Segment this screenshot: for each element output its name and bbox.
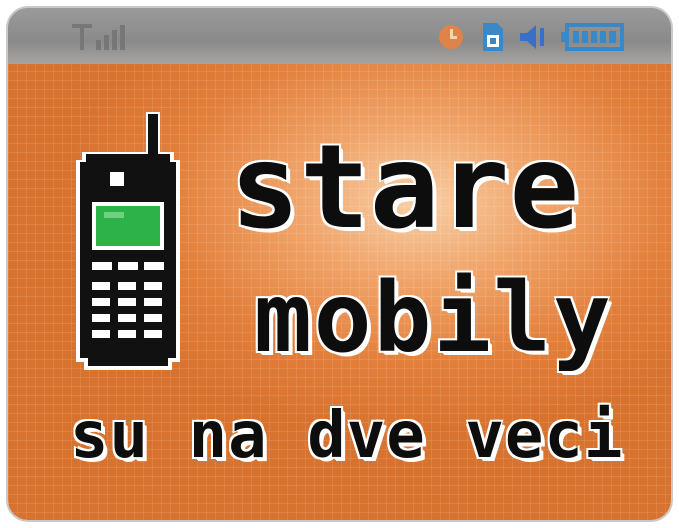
phone-screen: stare mobily su na dve veci	[8, 8, 671, 520]
battery-icon	[561, 23, 624, 51]
mobile-phone-icon	[76, 112, 180, 370]
signal-icon	[72, 24, 125, 50]
headline-mobily: mobily	[254, 262, 613, 374]
speaker-icon	[520, 25, 544, 49]
status-bar	[8, 8, 671, 64]
headline-stare: stare	[230, 120, 580, 255]
sim-card-icon	[483, 23, 503, 51]
clock-icon	[439, 25, 463, 49]
tagline: su na dve veci	[70, 399, 624, 473]
